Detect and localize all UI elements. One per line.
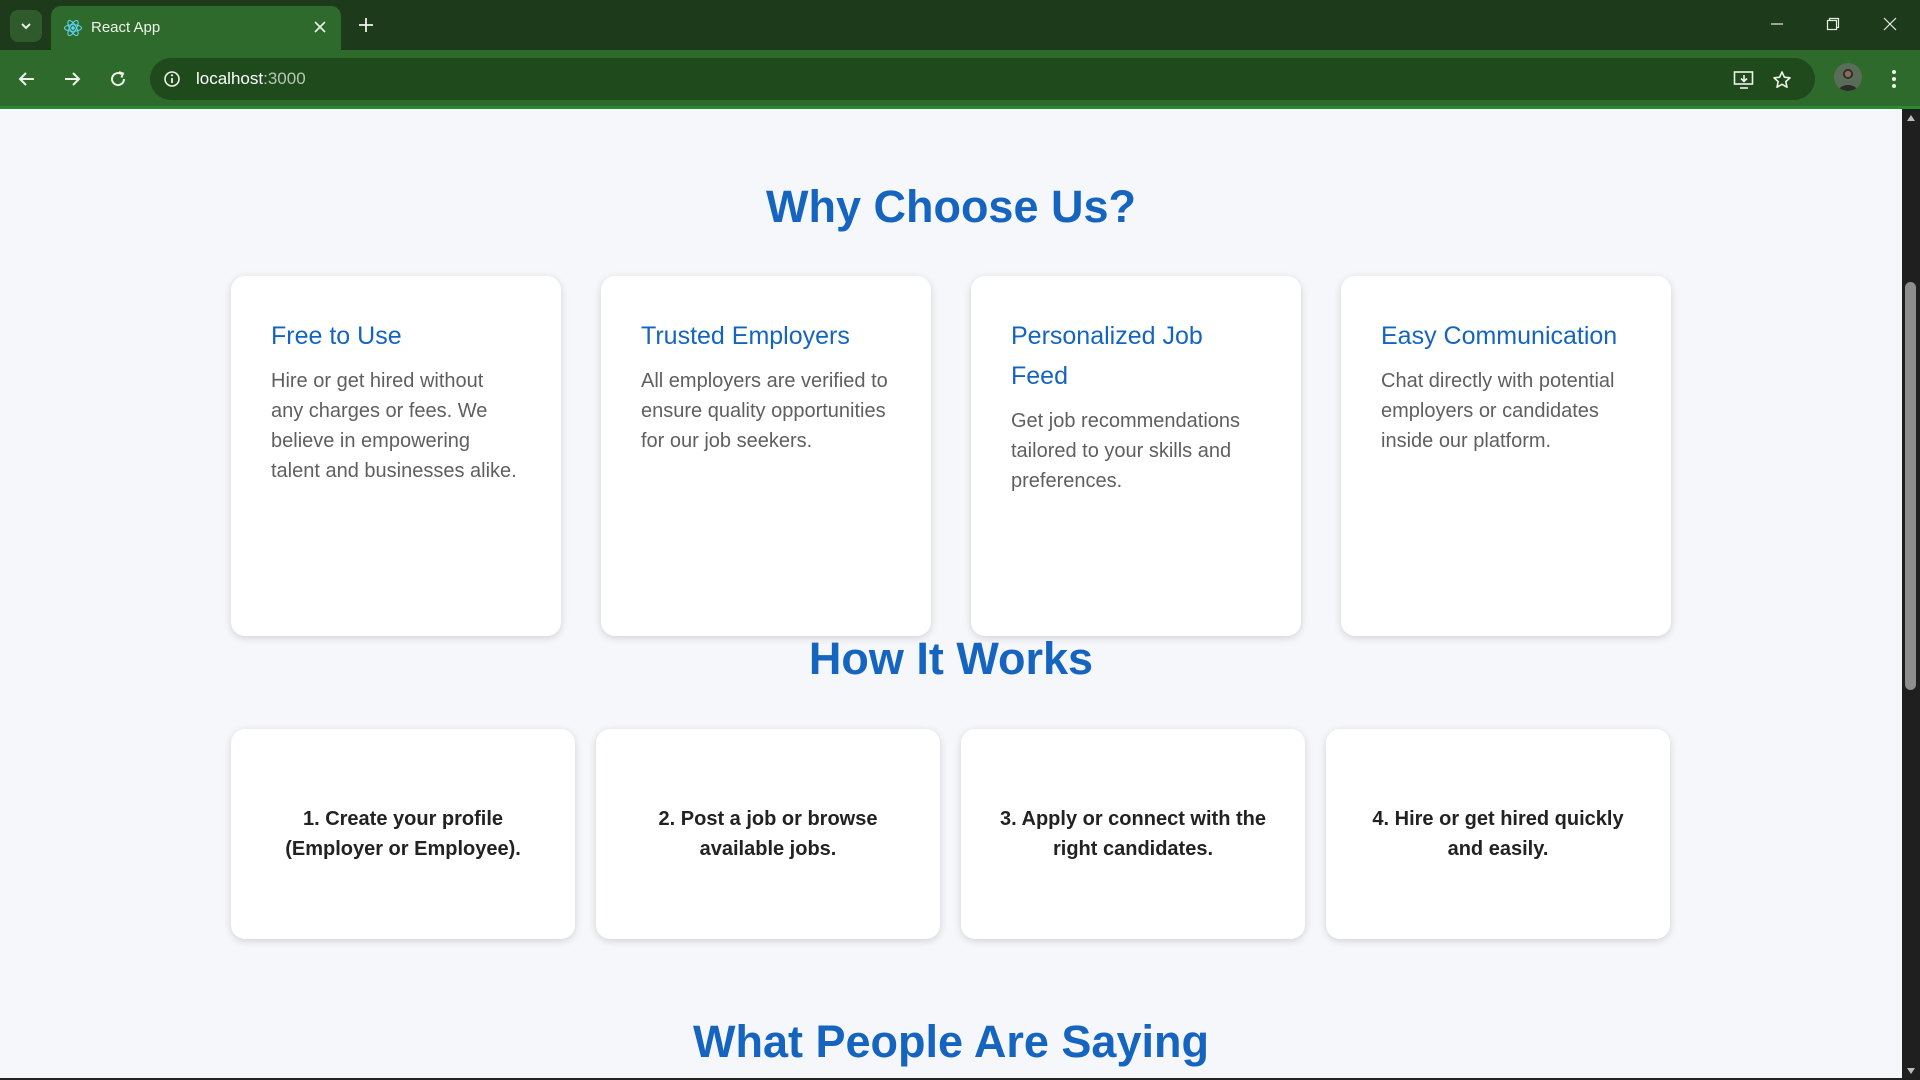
feature-card-personalized: Personalized Job Feed Get job recommenda… [971, 276, 1301, 636]
minimize-button[interactable] [1757, 8, 1797, 40]
scrollbar-thumb[interactable] [1905, 282, 1916, 690]
triangle-down-icon [1907, 1068, 1915, 1074]
step-card-4: 4. Hire or get hired quickly and easily. [1326, 729, 1670, 939]
restore-button[interactable] [1813, 8, 1853, 40]
step-card-3: 3. Apply or connect with the right candi… [961, 729, 1305, 939]
forward-button[interactable] [56, 63, 88, 95]
reload-button[interactable] [102, 63, 134, 95]
feature-card-title: Easy Communication [1381, 322, 1618, 350]
info-icon[interactable] [162, 69, 182, 89]
close-tab-button[interactable] [309, 16, 331, 38]
address-bar[interactable]: localhost:3000 [150, 58, 1815, 100]
url-host: localhost [196, 69, 264, 88]
minimize-icon [1771, 23, 1783, 25]
close-window-button[interactable] [1870, 8, 1910, 40]
tab-strip: React App [0, 0, 1920, 50]
feature-card-title: Trusted Employers [641, 322, 850, 350]
step-text: 3. Apply or connect with the right candi… [1000, 808, 1266, 860]
step-card-2: 2. Post a job or browse available jobs. [596, 729, 940, 939]
restore-icon [1826, 17, 1840, 31]
close-icon [314, 21, 326, 33]
why-choose-us-title: Why Choose Us? [765, 181, 1137, 232]
reload-icon [111, 71, 126, 87]
kebab-menu-icon[interactable] [1880, 63, 1908, 95]
feature-card-free: Free to Use Hire or get hired without an… [231, 276, 561, 636]
feature-card-title: Free to Use [271, 322, 402, 350]
arrow-left-icon [18, 72, 34, 86]
feature-card-trusted: Trusted Employers All employers are veri… [601, 276, 931, 636]
feature-card-text: Hire or get hired without any charges or… [271, 370, 517, 482]
feature-card-text: Chat directly with potential employers o… [1381, 370, 1615, 452]
browser-toolbar: localhost:3000 [0, 50, 1920, 108]
scroll-down-button[interactable] [1902, 1062, 1920, 1080]
url-port: :3000 [263, 69, 306, 88]
tab-search-button[interactable] [10, 10, 42, 42]
feature-card-text: All employers are verified to ensure qua… [641, 370, 888, 452]
how-it-works-title: How It Works [808, 633, 1094, 684]
testimonials-title: What People Are Saying [693, 1016, 1209, 1067]
scroll-up-button[interactable] [1902, 109, 1920, 127]
chevron-down-icon [21, 23, 31, 30]
tab-title: React App [91, 19, 161, 36]
star-icon[interactable] [1770, 68, 1794, 92]
react-logo-icon [63, 18, 83, 38]
feature-card-communication: Easy Communication Chat directly with po… [1341, 276, 1671, 636]
new-tab-button[interactable] [352, 11, 380, 39]
arrow-right-icon [65, 72, 81, 86]
avatar[interactable] [1834, 63, 1862, 91]
step-text: 4. Hire or get hired quickly and easily. [1372, 808, 1624, 860]
plus-icon [359, 18, 373, 32]
vertical-scrollbar[interactable] [1902, 109, 1920, 1080]
close-icon [1883, 17, 1897, 31]
page-viewport: Why Choose Us? Free to Use Hire or get h… [0, 109, 1902, 1078]
feature-card-text: Get job recommendations tailored to your… [1011, 410, 1241, 492]
step-text: 2. Post a job or browse available jobs. [658, 808, 878, 860]
back-button[interactable] [11, 63, 43, 95]
browser-tab[interactable]: React App [51, 6, 341, 50]
feature-card-title: Personalized Job Feed [1011, 322, 1203, 390]
triangle-up-icon [1907, 115, 1915, 121]
step-card-1: 1. Create your profile (Employer or Empl… [231, 729, 575, 939]
url-text: localhost:3000 [196, 69, 306, 89]
step-text: 1. Create your profile (Employer or Empl… [285, 808, 521, 860]
install-app-icon[interactable] [1732, 68, 1756, 92]
